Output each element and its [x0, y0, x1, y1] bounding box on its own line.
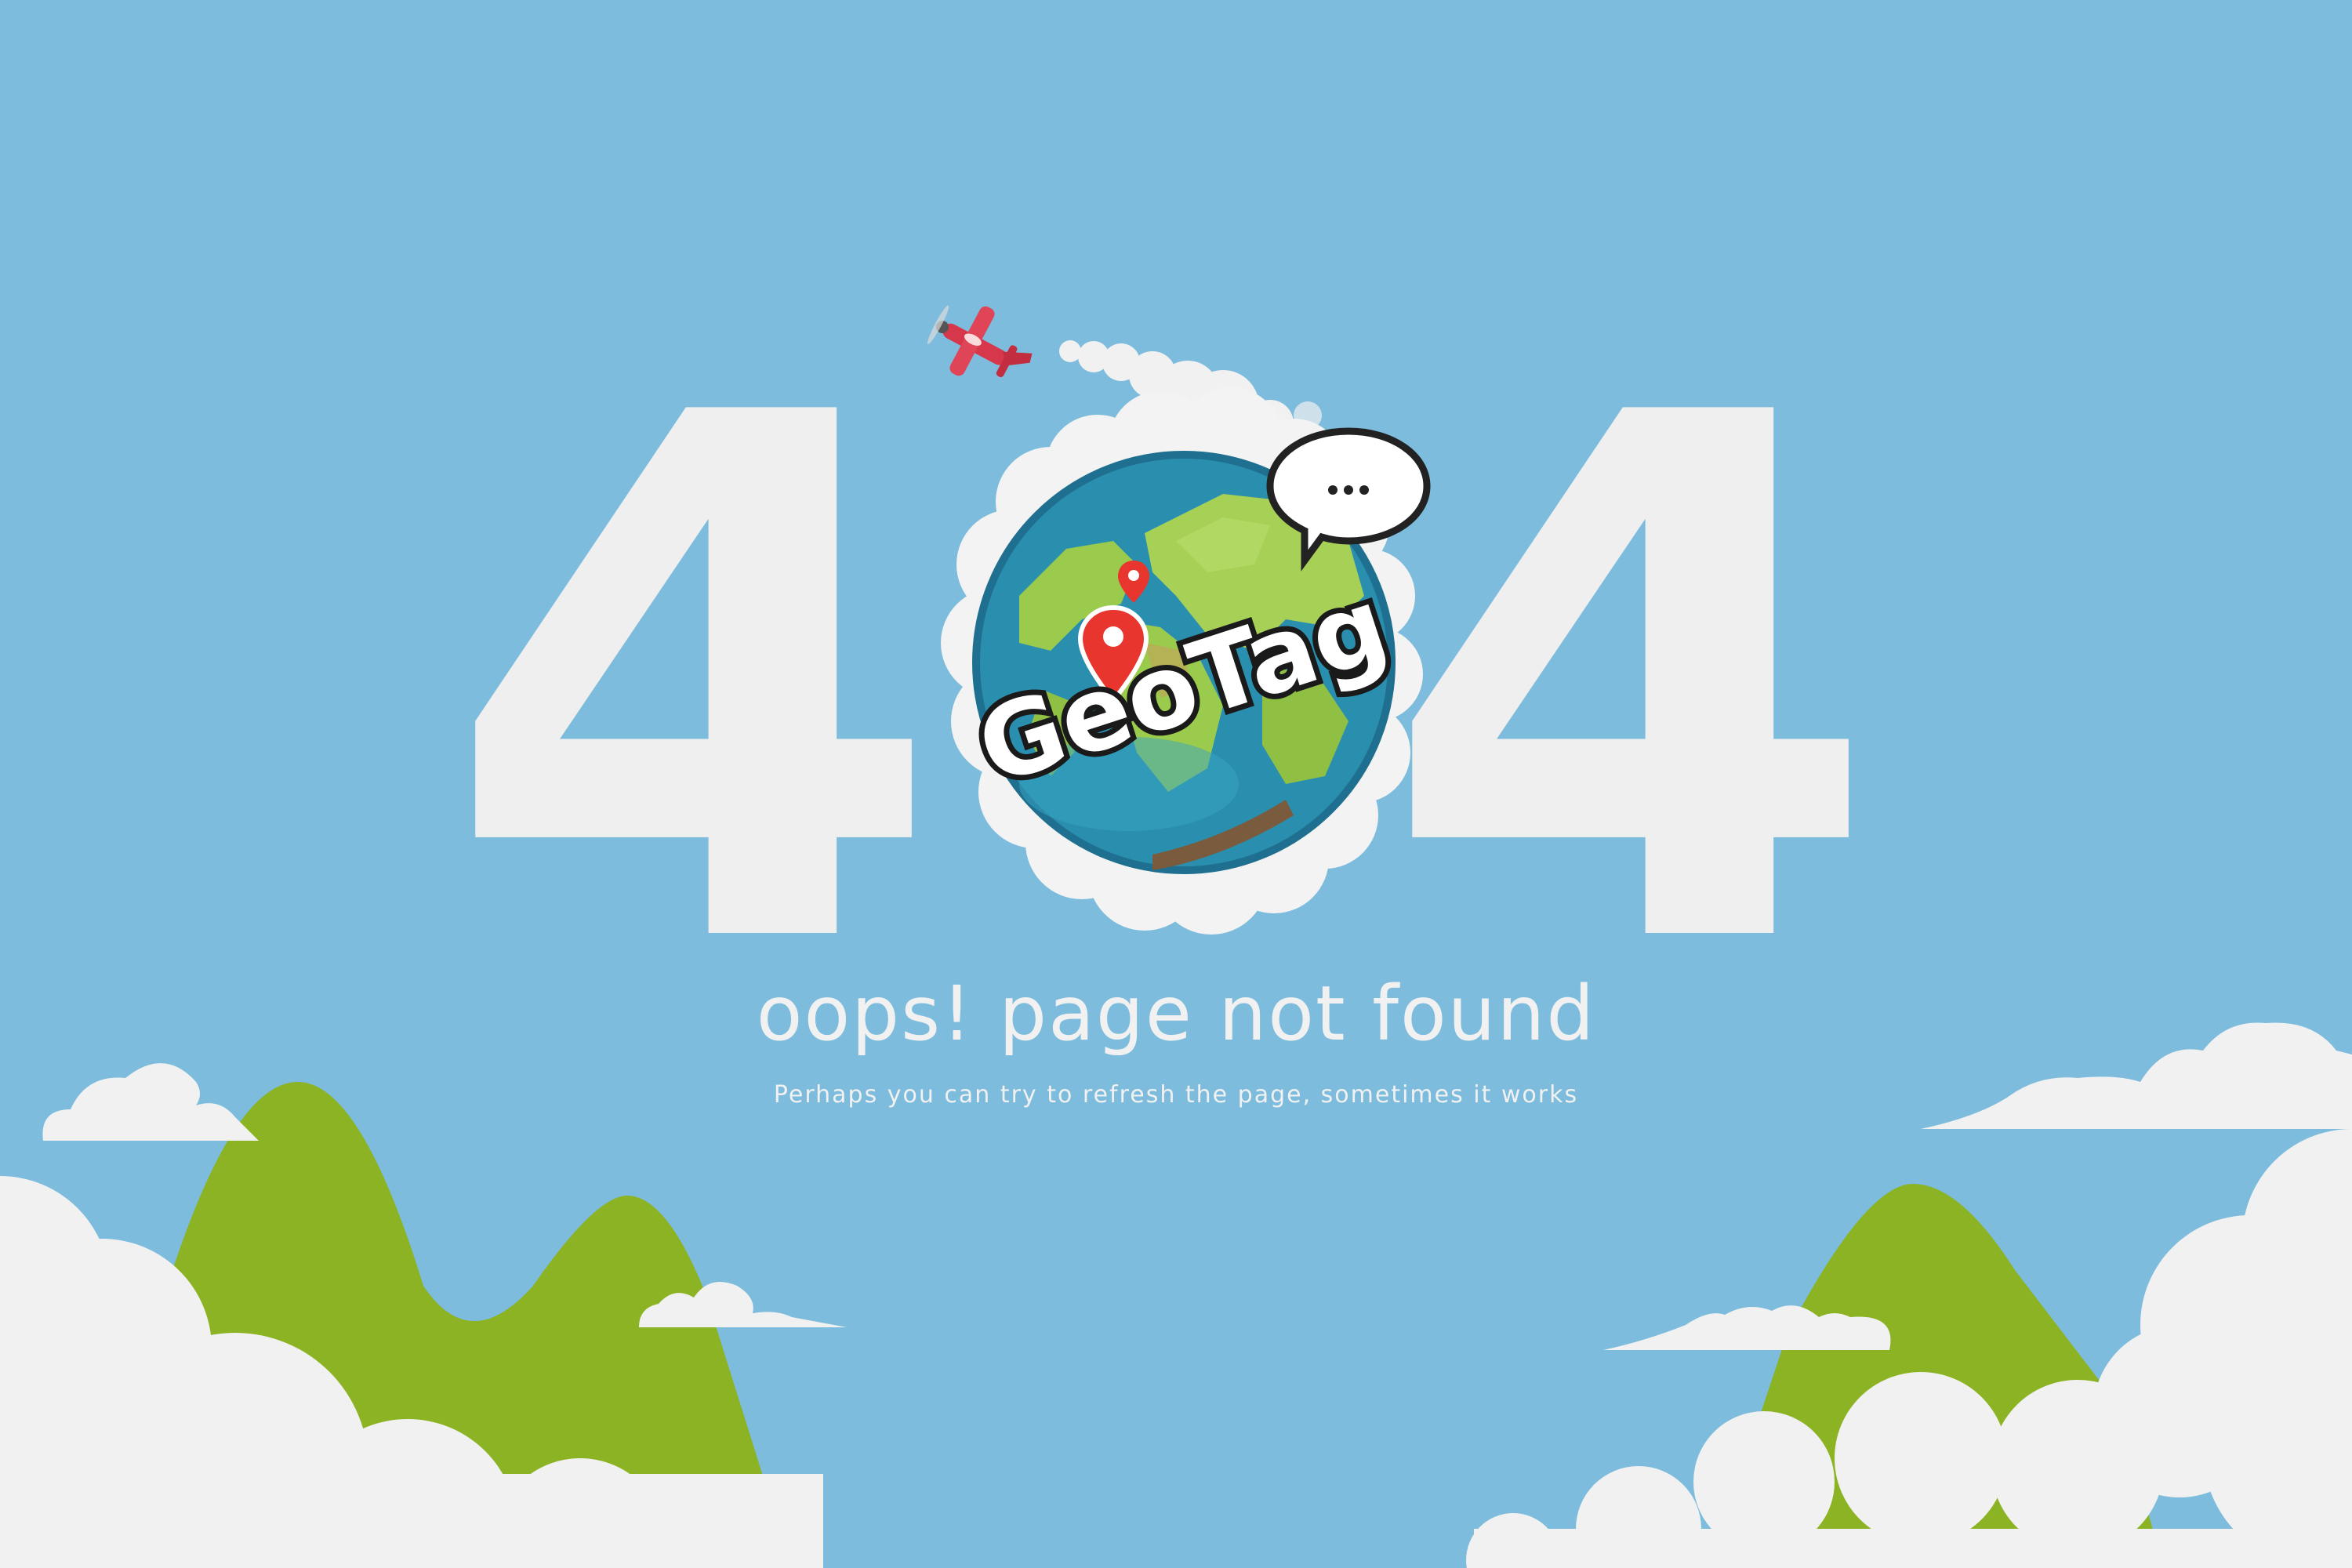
error-page: 4 4 GeoTag oops! page not found Perhaps … — [0, 0, 2352, 1568]
page-title: oops! page not found — [756, 970, 1596, 1058]
background-illustration: 4 4 GeoTag — [0, 263, 2352, 1568]
page-subtitle: Perhaps you can try to refresh the page,… — [773, 1081, 1579, 1109]
